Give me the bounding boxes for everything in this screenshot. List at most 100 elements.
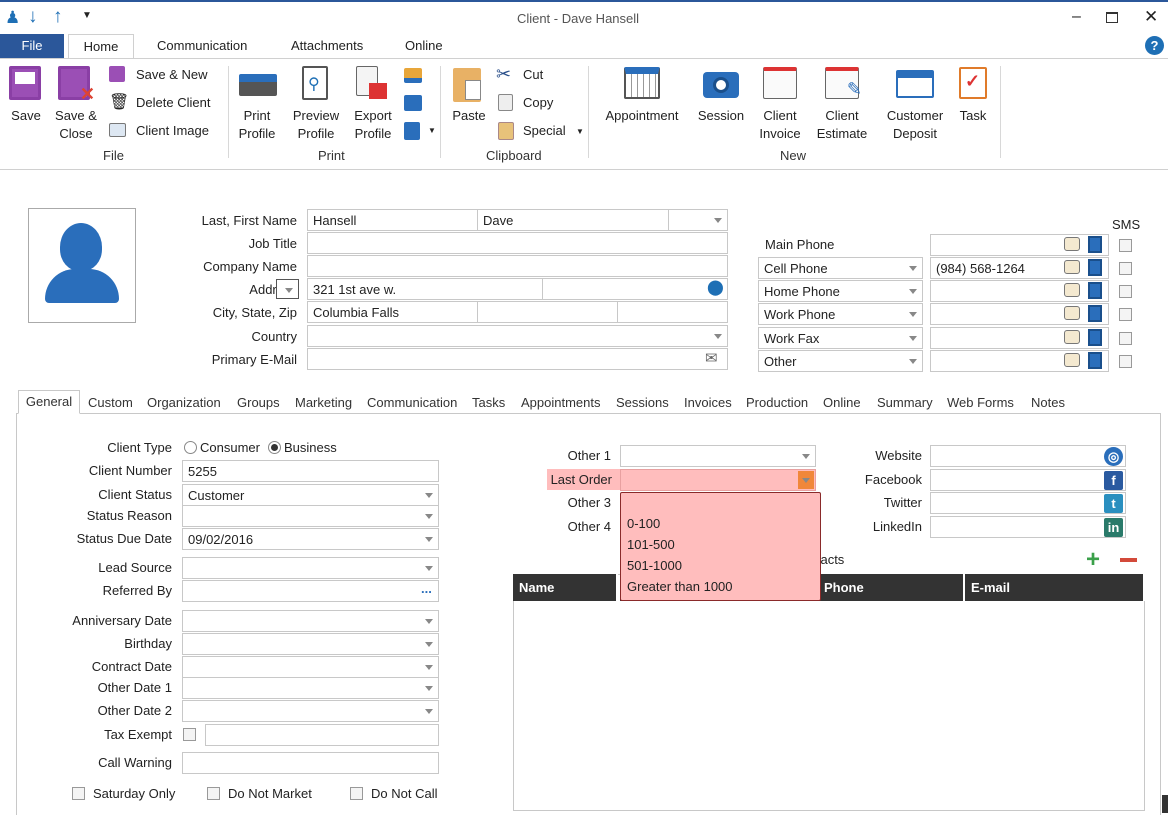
tab-appointments[interactable]: Appointments (521, 395, 601, 410)
client-image-button[interactable]: Client Image (136, 123, 209, 138)
phone-number-input[interactable] (930, 350, 1109, 372)
sms-checkbox[interactable] (1119, 285, 1132, 298)
other-date-1-select[interactable] (182, 677, 439, 699)
last-order-select[interactable] (620, 469, 816, 491)
help-icon[interactable]: ? (1145, 36, 1164, 55)
company-name-input[interactable] (307, 255, 728, 277)
saturday-only-checkbox[interactable] (72, 787, 85, 800)
phone-type-select[interactable]: Work Phone (758, 303, 923, 325)
client-invoice-button[interactable]: Client Invoice (755, 107, 805, 143)
sms-checkbox[interactable] (1119, 308, 1132, 321)
ribbon-tab-communication[interactable]: Communication (157, 38, 247, 53)
print-contact-icon[interactable] (404, 95, 422, 111)
tab-production[interactable]: Production (746, 395, 808, 410)
dropdown-option[interactable]: 501-1000 (621, 556, 820, 577)
sms-checkbox[interactable] (1119, 262, 1132, 275)
country-select[interactable] (307, 325, 728, 347)
do-not-call-checkbox[interactable] (350, 787, 363, 800)
primary-email-input[interactable] (307, 348, 728, 370)
tax-exempt-input[interactable] (205, 724, 439, 746)
phone-number-input[interactable] (930, 280, 1109, 302)
client-estimate-button[interactable]: Client Estimate (812, 107, 872, 143)
address-input[interactable]: 321 1st ave w. (307, 278, 543, 300)
customize-icon[interactable]: ▼ (82, 10, 92, 21)
save-button[interactable]: Save (5, 107, 47, 125)
tab-tasks[interactable]: Tasks (472, 395, 505, 410)
save-close-button[interactable]: Save & Close (50, 107, 102, 143)
sms-checkbox[interactable] (1119, 355, 1132, 368)
print-profile-button[interactable]: Print Profile (233, 107, 281, 143)
city-input[interactable]: Columbia Falls (307, 301, 478, 323)
chevron-down-icon[interactable]: ▼ (428, 126, 436, 135)
referred-by-input[interactable] (182, 580, 439, 602)
lead-source-select[interactable] (182, 557, 439, 579)
scrollbar[interactable] (1162, 795, 1168, 813)
phone-type-select[interactable]: Home Phone (758, 280, 923, 302)
contacts-grid[interactable] (513, 574, 1145, 811)
phone-number-input[interactable] (930, 234, 1109, 256)
state-input[interactable] (477, 301, 618, 323)
contract-date-select[interactable] (182, 656, 439, 678)
ribbon-tab-online[interactable]: Online (405, 38, 443, 53)
anniversary-date-select[interactable] (182, 610, 439, 632)
linkedin-icon[interactable]: in (1104, 518, 1123, 537)
paste-button[interactable]: Paste (448, 107, 490, 125)
ribbon-tab-attachments[interactable]: Attachments (291, 38, 363, 53)
twitter-icon[interactable]: t (1104, 494, 1123, 513)
twitter-input[interactable] (930, 492, 1126, 514)
tab-custom[interactable]: Custom (88, 395, 133, 410)
chevron-down-icon[interactable]: ▼ (576, 127, 584, 136)
print-envelope-icon[interactable] (404, 68, 422, 83)
customer-deposit-button[interactable]: Customer Deposit (880, 107, 950, 143)
dropdown-button[interactable] (798, 471, 814, 489)
message-icon[interactable] (1064, 283, 1080, 297)
tax-exempt-checkbox[interactable] (183, 728, 196, 741)
tab-web-forms[interactable]: Web Forms (947, 395, 1014, 410)
other-1-select[interactable] (620, 445, 816, 467)
calculator-dial-icon[interactable] (1088, 259, 1102, 276)
calculator-dial-icon[interactable] (1088, 282, 1102, 299)
ribbon-tab-home[interactable]: Home (68, 34, 134, 59)
dropdown-option[interactable]: Greater than 1000 (621, 577, 820, 598)
tab-communication[interactable]: Communication (367, 395, 457, 410)
notebook-icon[interactable] (404, 122, 420, 140)
map-pin-icon[interactable]: ⬤ (707, 278, 724, 296)
close-button[interactable]: ✕ (1144, 7, 1158, 27)
client-photo[interactable] (28, 208, 136, 323)
message-icon[interactable] (1064, 330, 1080, 344)
tab-organization[interactable]: Organization (147, 395, 221, 410)
website-input[interactable] (930, 445, 1126, 467)
dropdown-option[interactable]: 0-100 (621, 514, 820, 535)
message-icon[interactable] (1064, 237, 1080, 251)
phone-type-select[interactable]: Other (758, 350, 923, 372)
do-not-market-checkbox[interactable] (207, 787, 220, 800)
last-name-input[interactable]: Hansell (307, 209, 478, 231)
phone-number-input[interactable]: (984) 568-1264 (930, 257, 1109, 279)
sms-checkbox[interactable] (1119, 332, 1132, 345)
cut-button[interactable]: Cut (523, 67, 543, 82)
sms-checkbox[interactable] (1119, 239, 1132, 252)
job-title-input[interactable] (307, 232, 728, 254)
phone-type-select[interactable]: Work Fax (758, 327, 923, 349)
minimize-button[interactable]: – (1072, 8, 1081, 26)
arrow-up-icon[interactable]: ↑ (53, 6, 63, 28)
name-suffix-select[interactable] (668, 209, 728, 231)
session-button[interactable]: Session (694, 107, 748, 125)
dropdown-option[interactable] (621, 493, 820, 514)
message-icon[interactable] (1064, 260, 1080, 274)
tab-invoices[interactable]: Invoices (684, 395, 732, 410)
last-order-dropdown[interactable]: 0-100 101-500 501-1000 Greater than 1000 (620, 492, 821, 601)
add-contact-button[interactable]: + (1086, 546, 1100, 574)
globe-icon[interactable]: ◎ (1104, 447, 1123, 466)
other-date-2-select[interactable] (182, 700, 439, 722)
linkedin-input[interactable] (930, 516, 1126, 538)
tab-groups[interactable]: Groups (237, 395, 280, 410)
radio-consumer[interactable] (184, 441, 197, 454)
tab-general[interactable]: General (18, 390, 80, 414)
phone-type-select[interactable]: Cell Phone (758, 257, 923, 279)
envelope-icon[interactable]: ✉ (705, 349, 718, 367)
tab-marketing[interactable]: Marketing (295, 395, 352, 410)
maximize-button[interactable] (1106, 12, 1118, 23)
tab-summary[interactable]: Summary (877, 395, 933, 410)
calculator-dial-icon[interactable] (1088, 352, 1102, 369)
